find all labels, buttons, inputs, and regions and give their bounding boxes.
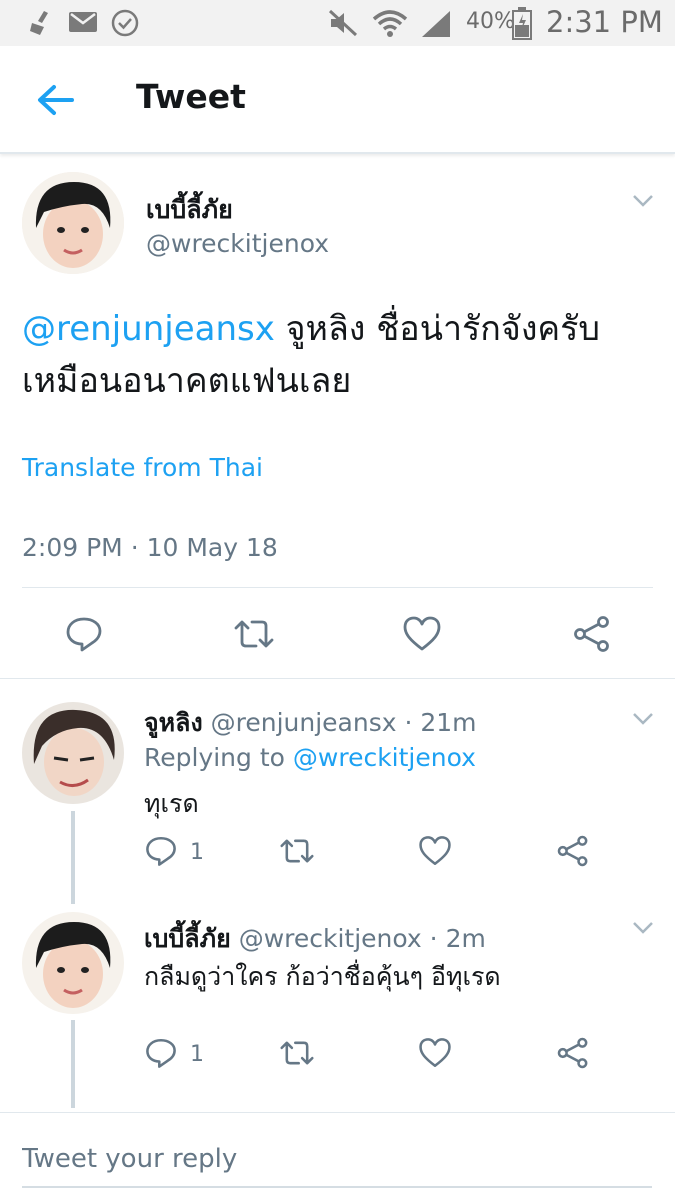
reply-button[interactable] (144, 834, 178, 872)
thread-line (71, 811, 75, 904)
compose-divider (0, 1112, 675, 1113)
heart-icon (403, 616, 441, 651)
reply-button[interactable] (144, 1036, 178, 1074)
share-button[interactable] (556, 1036, 590, 1074)
reply-handle[interactable]: @renjunjeansx (211, 708, 397, 737)
retweet-icon (234, 620, 274, 648)
tweet-text: @renjunjeansx จูหลิง ชื่อน่ารักจังครับเห… (22, 303, 642, 407)
retweet-button[interactable] (278, 1036, 316, 1074)
mention-link[interactable]: @renjunjeansx (22, 309, 275, 349)
chevron-down-icon[interactable] (632, 921, 654, 935)
thread-line (71, 1020, 75, 1108)
avatar-image (22, 172, 124, 274)
like-button[interactable] (418, 1036, 452, 1074)
reply-display-name[interactable]: เบบี้ลี้ภัย (144, 924, 231, 953)
like-button[interactable] (402, 614, 442, 658)
mail-icon (69, 12, 97, 32)
status-bar: 40% 2:31 PM (0, 0, 675, 46)
chevron-down-icon[interactable] (632, 194, 654, 208)
retweet-button[interactable] (278, 834, 316, 872)
reply-icon (146, 836, 176, 866)
tweet-timestamp: 2:09 PM · 10 May 18 (22, 533, 278, 562)
battery-percent: 40% (466, 9, 515, 34)
wifi-icon (372, 10, 408, 37)
avatar-image (22, 912, 124, 1014)
reply-button[interactable] (64, 614, 104, 658)
divider (22, 587, 653, 588)
check-circle-icon (111, 9, 139, 37)
retweet-icon (280, 1041, 314, 1065)
reply-icon (146, 1038, 176, 1068)
reply-age: · 21m (404, 708, 477, 737)
reply-avatar[interactable] (22, 912, 124, 1014)
retweet-button[interactable] (232, 614, 276, 658)
avatar[interactable] (22, 172, 124, 274)
section-divider (0, 678, 675, 679)
translate-link[interactable]: Translate from Thai (22, 453, 263, 482)
share-icon (557, 835, 588, 867)
reply-count: 1 (190, 1042, 204, 1067)
page-title: Tweet (136, 77, 246, 116)
replying-to-handle[interactable]: @wreckitjenox (293, 743, 476, 772)
signal-icon (422, 11, 450, 37)
like-button[interactable] (418, 834, 452, 872)
share-button[interactable] (572, 614, 612, 658)
replying-to-prefix: Replying to (144, 743, 293, 772)
chevron-down-icon[interactable] (632, 712, 654, 726)
tweet-time: 2:09 PM (22, 533, 123, 562)
avatar-image (22, 702, 124, 804)
reply-display-name[interactable]: จูหลิง (144, 708, 203, 737)
reply-text: ทุเรด (144, 789, 199, 818)
user-handle[interactable]: @wreckitjenox (146, 229, 329, 258)
replying-to: Replying to @wreckitjenox (144, 743, 476, 772)
reply-input[interactable] (22, 1132, 652, 1188)
reply-handle[interactable]: @wreckitjenox (239, 924, 422, 953)
tweet-date: 10 May 18 (146, 533, 278, 562)
reply-text: กลืมดูว่าใคร ก้อว่าชื่อคุ้นๆ อีทุเรด (144, 962, 501, 991)
retweet-icon (280, 839, 314, 863)
status-time: 2:31 PM (546, 5, 663, 39)
reply-age: · 2m (429, 924, 486, 953)
reply-icon (66, 617, 102, 652)
display-name[interactable]: เบบี้ลี้ภัย (146, 190, 233, 230)
share-icon (557, 1037, 588, 1069)
back-button[interactable] (34, 80, 78, 120)
heart-icon (419, 836, 451, 866)
app-header: Tweet (0, 46, 675, 154)
heart-icon (419, 1038, 451, 1068)
mute-icon (328, 9, 358, 37)
reply-count: 1 (190, 840, 204, 865)
reply-header: จูหลิง @renjunjeansx · 21m (144, 703, 477, 743)
share-icon (574, 616, 609, 652)
reply-avatar[interactable] (22, 702, 124, 804)
arrow-left-icon (38, 85, 74, 115)
timestamp-separator: · (130, 533, 139, 562)
share-button[interactable] (556, 834, 590, 872)
battery-icon (512, 7, 532, 40)
broom-icon (30, 11, 48, 35)
reply-header: เบบี้ลี้ภัย @wreckitjenox · 2m (144, 919, 486, 959)
